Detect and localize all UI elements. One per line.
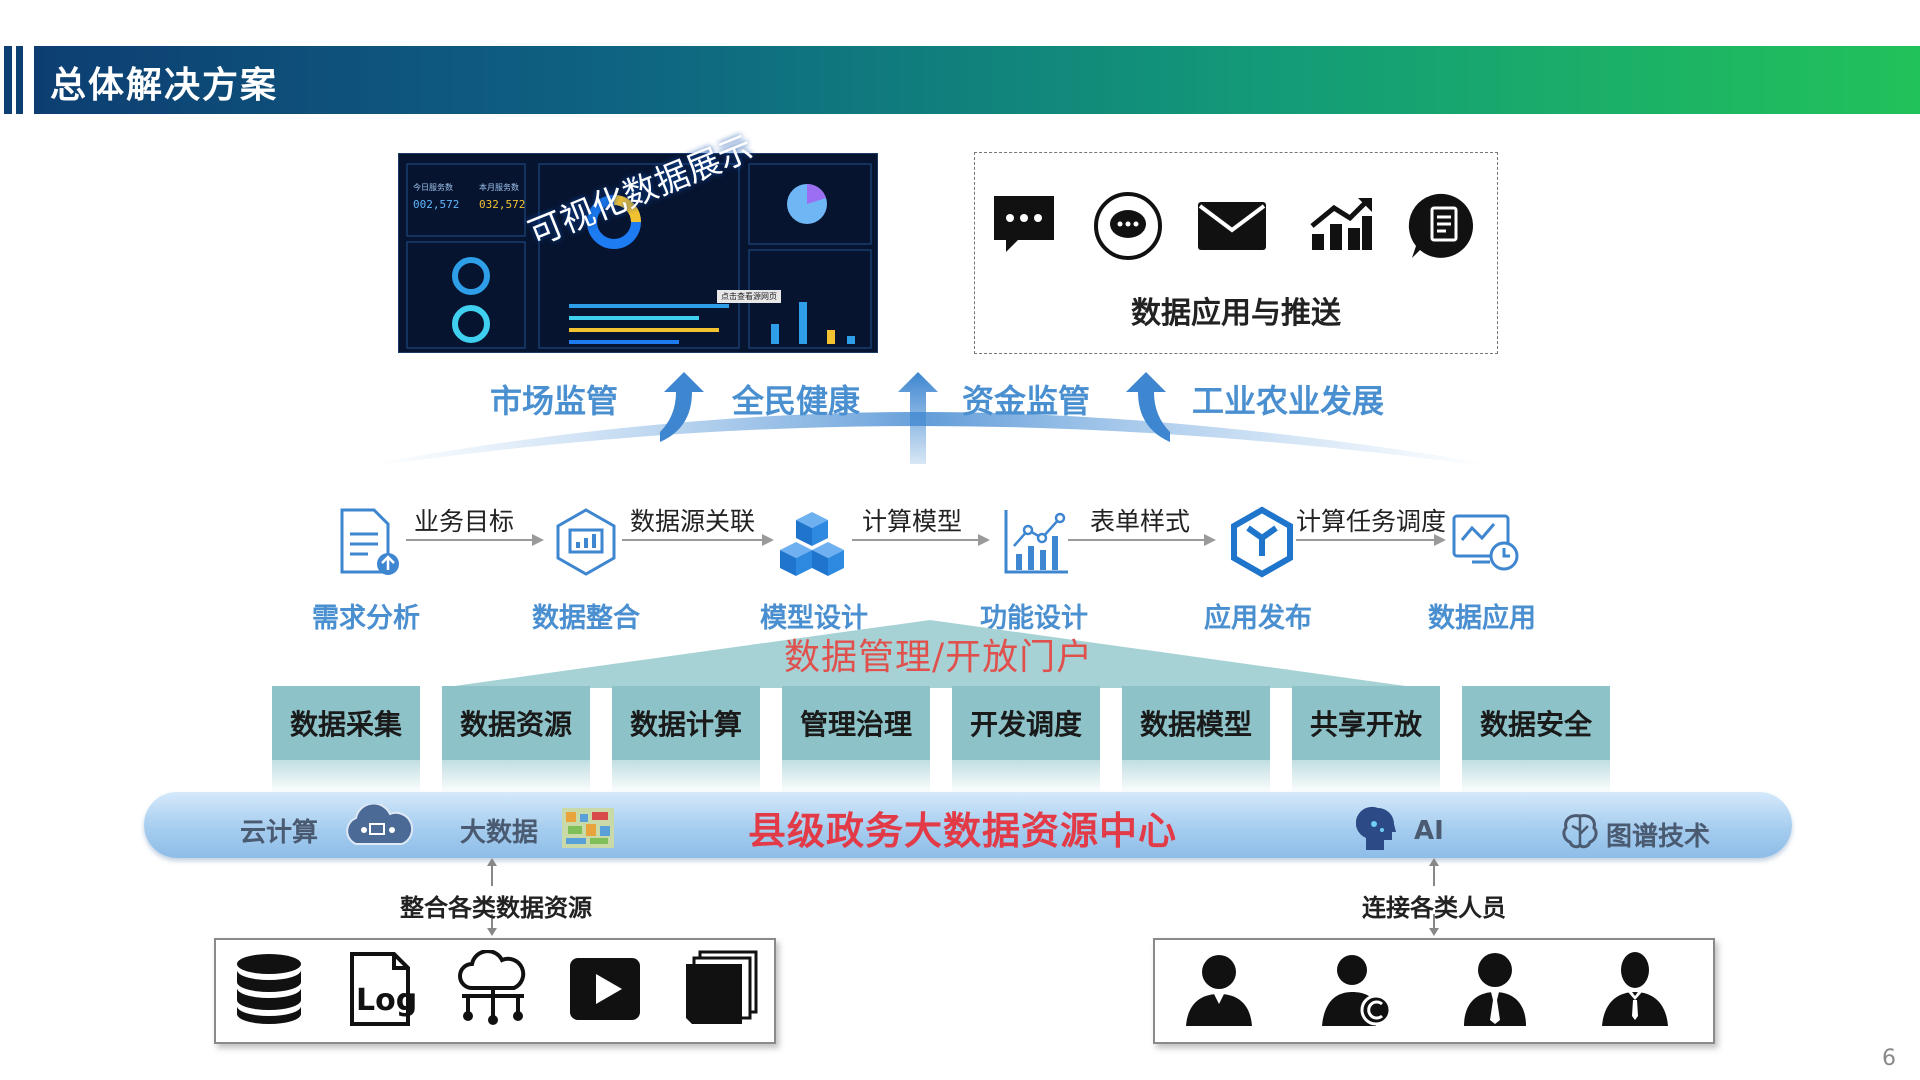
pillar-shadow: [272, 760, 420, 794]
pillar-data-resource: 数据资源: [442, 686, 590, 760]
ai-head-icon: [1356, 806, 1396, 850]
sources-label: 整合各类数据资源: [400, 894, 592, 922]
pillar-sharing: 共享开放: [1292, 686, 1440, 760]
header-accent-bar: [4, 46, 12, 114]
push-title: 数据应用与推送: [1131, 296, 1341, 331]
center-title: 县级政务大数据资源中心: [748, 809, 1178, 853]
category-label: 工业农业发展: [1192, 382, 1385, 420]
data-monitor-icon: [1452, 514, 1519, 571]
cloud-icon: [346, 804, 414, 845]
stat-value: 032,572: [479, 198, 526, 211]
svg-text:Log: Log: [356, 983, 417, 1018]
function-chart-icon: [1004, 510, 1068, 574]
user-tie-icon: [1464, 953, 1526, 1026]
portal-title: 数据管理/开放门户: [784, 637, 1094, 678]
mail-icon: [1198, 202, 1266, 250]
big-data-label: 大数据: [460, 818, 539, 848]
cubes-model-icon: [780, 512, 844, 576]
stat-label: 本月服务数: [479, 183, 519, 192]
pillar-data-compute: 数据计算: [612, 686, 760, 760]
category-label: 全民健康: [732, 382, 861, 420]
flow-arrow-label: 业务目标: [414, 507, 515, 536]
cloud-computing-label: 云计算: [240, 818, 319, 848]
pillar-data-security: 数据安全: [1462, 686, 1610, 760]
stat-label: 今日服务数: [413, 183, 453, 192]
pillar-shadow: [1122, 760, 1270, 794]
step-label: 数据应用: [1428, 603, 1536, 634]
ai-label: AI: [1414, 816, 1444, 846]
category-label: 市场监管: [490, 382, 619, 420]
flow-arrow-label: 计算模型: [862, 507, 963, 536]
flow-arrow-label: 数据源关联: [630, 507, 756, 536]
graph-tech-label: 图谱技术: [1606, 822, 1711, 852]
pillar-shadow: [1292, 760, 1440, 794]
user-icon: [1186, 955, 1252, 1026]
pillar-dev-scheduling: 开发调度: [952, 686, 1100, 760]
pillar-shadow: [612, 760, 760, 794]
pillar-shadow: [952, 760, 1100, 794]
chat-round-icon: [1094, 192, 1162, 260]
chat-bubble-icon: [994, 196, 1054, 252]
category-label: 资金监管: [962, 382, 1091, 420]
page-title: 总体解决方案: [50, 65, 279, 106]
requirement-doc-icon: [340, 508, 399, 575]
cloud-network-icon: [458, 950, 526, 1025]
user-manager-icon: [1602, 952, 1668, 1026]
pillar-governance: 管理治理: [782, 686, 930, 760]
pillar-shadow: [442, 760, 590, 794]
pillar-shadow: [782, 760, 930, 794]
users-label: 连接各类人员: [1362, 894, 1506, 922]
document-bubble-icon: [1408, 193, 1474, 258]
flow-arrow-label: 表单样式: [1090, 507, 1191, 536]
user-service-icon: [1322, 955, 1392, 1026]
data-integration-icon: [556, 508, 616, 576]
pillar-shadow: [1462, 760, 1610, 794]
page-number: 6: [1882, 1046, 1896, 1071]
header-accent-bar: [16, 46, 23, 114]
database-icon: [237, 954, 301, 1024]
flow-arrow-label: 计算任务调度: [1296, 507, 1447, 536]
log-file-icon: Log: [350, 952, 417, 1026]
step-label: 需求分析: [312, 603, 420, 634]
header-banner: [34, 46, 1920, 114]
video-play-icon: [570, 958, 640, 1020]
pillar-data-model: 数据模型: [1122, 686, 1270, 760]
file-stack-icon: [686, 950, 758, 1024]
brain-graph-icon: [1562, 814, 1598, 849]
big-data-icon: [562, 808, 614, 848]
trend-chart-icon: [1310, 198, 1372, 250]
dashboard-tooltip: 点击查看源网页: [717, 290, 781, 303]
pillar-data-collection: 数据采集: [272, 686, 420, 760]
publish-box-icon: [1231, 506, 1293, 578]
stat-value: 002,572: [413, 198, 460, 211]
